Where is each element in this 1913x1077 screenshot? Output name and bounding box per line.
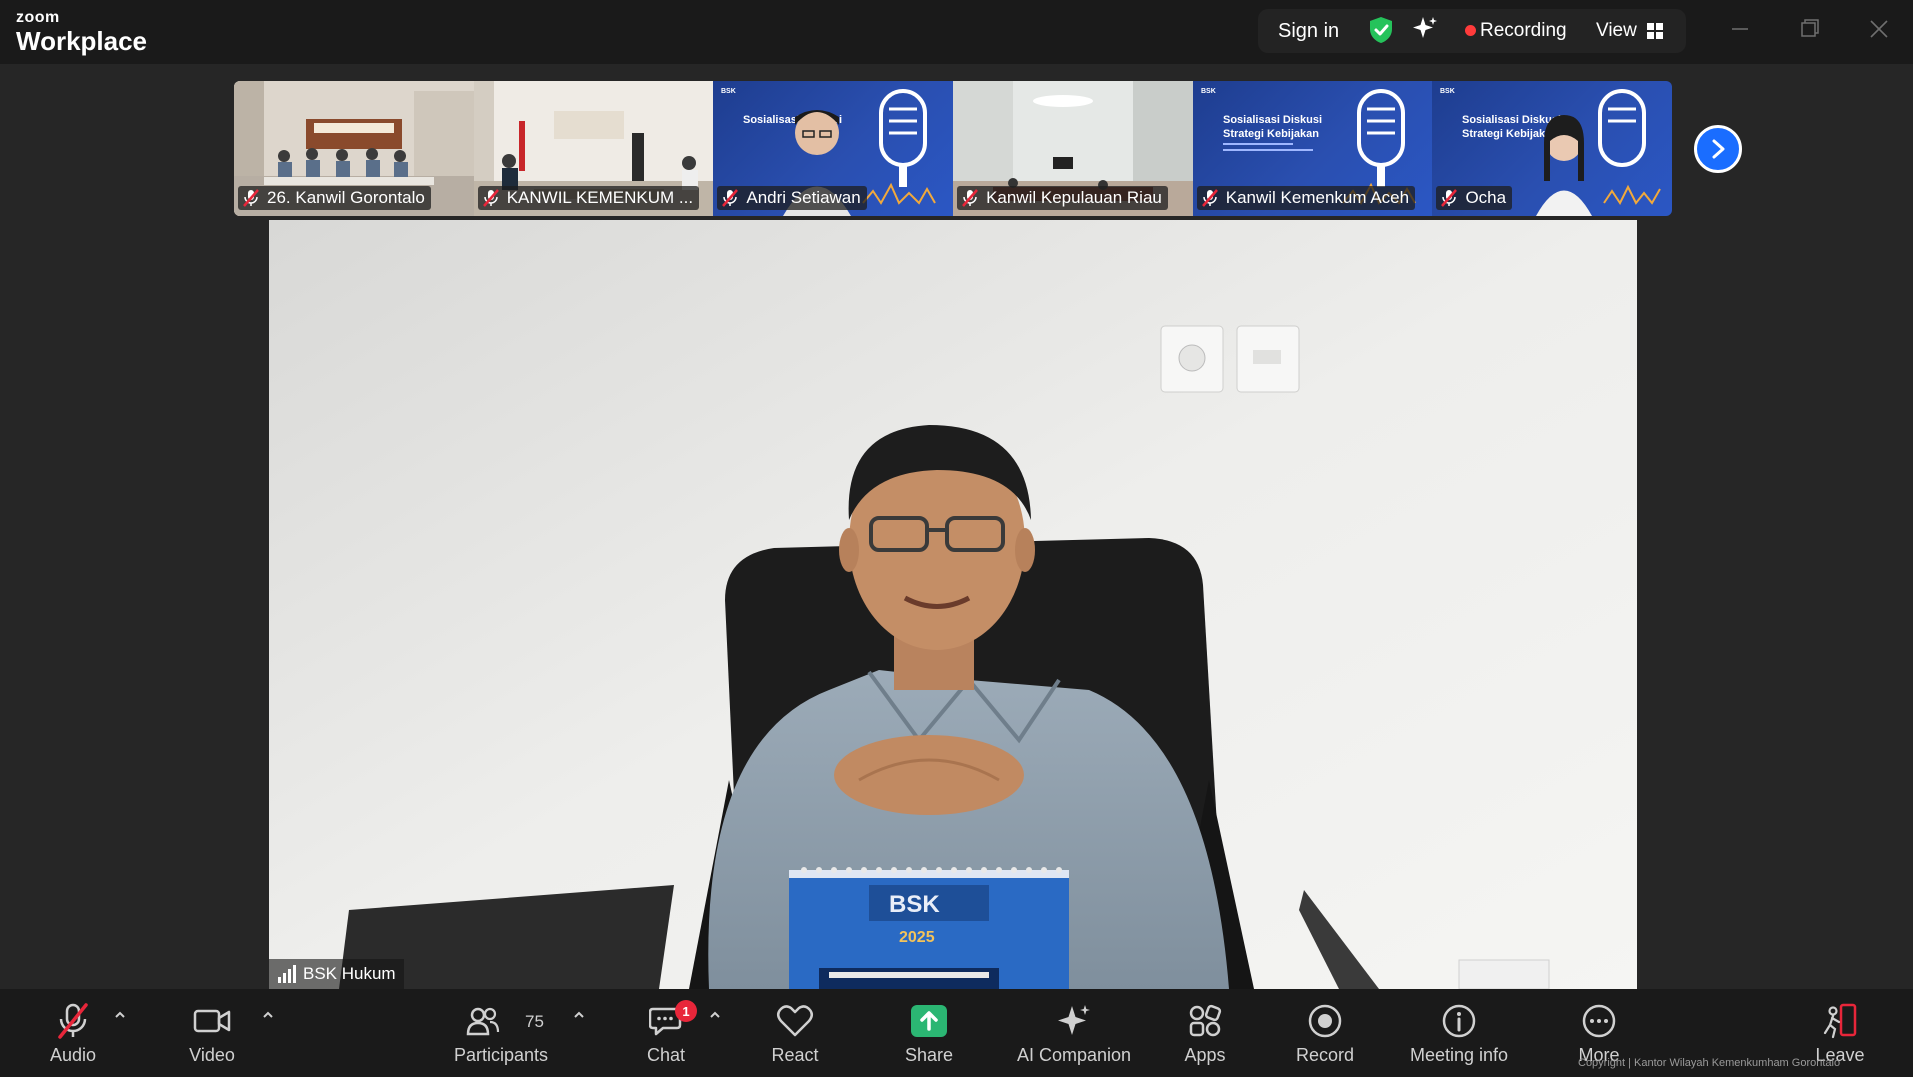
apps-icon <box>1189 1004 1222 1037</box>
info-icon <box>1442 1004 1476 1038</box>
participants-options-caret-icon[interactable] <box>571 1007 587 1023</box>
speaker-name: BSK Hukum <box>303 964 396 983</box>
ai-sparkle-icon[interactable] <box>1411 15 1439 48</box>
participant-name-tag: Andri Setiawan <box>717 186 867 210</box>
muted-mic-icon <box>1441 189 1458 207</box>
ai-companion-button[interactable]: AI Companion <box>1012 989 1136 1077</box>
video-camera-icon <box>193 1009 231 1033</box>
ai-companion-sparkle-icon <box>1058 1005 1090 1035</box>
share-label: Share <box>904 1045 954 1065</box>
video-options-caret-icon[interactable] <box>260 1007 276 1023</box>
slide-title-line2: Strategi Kebijakan <box>1462 128 1558 140</box>
next-page-button[interactable] <box>1694 125 1742 173</box>
participant-name: Kanwil Kemenkum Aceh <box>1225 188 1410 207</box>
active-speaker-video[interactable]: BSK 2025 BSK Hukum <box>269 220 1637 989</box>
record-button[interactable]: Record <box>1293 989 1357 1077</box>
speaker-name-tag: BSK Hukum <box>269 959 404 989</box>
muted-mic-icon <box>243 189 259 207</box>
participant-name: KANWIL KEMENKUM ... <box>506 188 694 207</box>
record-icon <box>1308 1004 1342 1038</box>
chat-unread-badge: 1 <box>675 1000 697 1022</box>
participants-button[interactable]: Participants <box>448 989 554 1077</box>
participant-tile[interactable]: BSK Sosialisasi Diskusi Strategi Kebijak… <box>1432 81 1672 216</box>
participant-name: 26. Kanwil Gorontalo <box>267 188 425 207</box>
connection-signal-icon <box>278 965 296 983</box>
copyright-watermark: Copyright | Kantor Wilayah Kemenkumham G… <box>1578 1057 1841 1069</box>
video-button[interactable]: Video <box>180 989 244 1077</box>
audio-label: Audio <box>49 1045 97 1065</box>
calendar-logo: BSK <box>889 891 940 918</box>
heart-icon <box>777 1005 813 1037</box>
meeting-info-button[interactable]: Meeting info <box>1402 989 1516 1077</box>
chat-label: Chat <box>646 1045 686 1065</box>
share-button[interactable]: Share <box>902 989 956 1077</box>
slide-title-line1: Sosialisasi Diskusi <box>1462 114 1561 126</box>
participant-name-tag: KANWIL KEMENKUM ... <box>477 186 700 210</box>
minimize-icon[interactable] <box>1722 14 1758 50</box>
participant-name: Ocha <box>1465 188 1507 207</box>
chat-options-caret-icon[interactable] <box>707 1007 723 1023</box>
top-controls: Sign in Recording View <box>1258 9 1686 53</box>
apps-button[interactable]: Apps <box>1180 989 1230 1077</box>
recording-dot-icon <box>1465 25 1476 36</box>
ai-companion-label: AI Companion <box>1016 1045 1132 1065</box>
video-label: Video <box>189 1045 235 1065</box>
participant-tile[interactable]: KANWIL KEMENKUM ... <box>473 81 714 216</box>
close-icon[interactable] <box>1861 14 1897 50</box>
participant-tile[interactable]: BSK Sosialisasi Diskusi Strategi Kebijak… <box>1192 81 1433 216</box>
slide-logo: BSK <box>1201 88 1216 95</box>
react-button[interactable]: React <box>766 989 824 1077</box>
participants-label: Participants <box>453 1045 549 1065</box>
muted-mic-icon <box>482 189 499 207</box>
leave-icon <box>1823 1003 1857 1039</box>
react-label: React <box>771 1045 819 1065</box>
encryption-shield-icon[interactable] <box>1368 16 1394 49</box>
participants-count: 75 <box>525 1012 544 1031</box>
recording-label[interactable]: Recording <box>1480 20 1567 42</box>
title-bar: zoom Workplace Sign in Recording View <box>0 0 1913 64</box>
apps-label: Apps <box>1184 1045 1226 1065</box>
participant-name-tag: Kanwil Kepulauan Riau <box>957 186 1168 210</box>
chevron-right-icon <box>1712 139 1725 159</box>
participant-tile[interactable]: BSK Sosialisasi Diskusi Andri Setiawan <box>713 81 954 216</box>
muted-mic-icon <box>962 189 979 207</box>
view-grid-icon[interactable] <box>1646 22 1664 45</box>
zoom-workplace-logo: zoom Workplace <box>16 9 148 56</box>
brand-big: Workplace <box>16 26 148 56</box>
brand-small: zoom <box>16 9 60 26</box>
participant-thumbnail-strip: 26. Kanwil Gorontalo KANWIL KEMENKUM ... <box>234 81 1672 216</box>
slide-title-line1: Sosialisasi Diskusi <box>1223 114 1322 126</box>
view-button[interactable]: View <box>1596 20 1637 42</box>
slide-logo: BSK <box>721 88 736 95</box>
audio-options-caret-icon[interactable] <box>112 1007 128 1023</box>
muted-mic-icon <box>722 189 739 207</box>
participant-name-tag: 26. Kanwil Gorontalo <box>238 186 431 210</box>
slide-title-line2: Strategi Kebijakan <box>1223 128 1319 140</box>
participant-tile[interactable]: Kanwil Kepulauan Riau <box>953 81 1193 216</box>
participant-name-tag: Ocha <box>1436 186 1513 210</box>
participant-name-tag: Kanwil Kemenkum Aceh <box>1196 186 1416 210</box>
participant-tile[interactable]: 26. Kanwil Gorontalo <box>234 81 474 216</box>
record-label: Record <box>1295 1045 1355 1065</box>
share-screen-icon <box>911 1005 947 1037</box>
participant-name: Kanwil Kepulauan Riau <box>986 188 1162 207</box>
speaker-video-feed: BSK 2025 <box>269 220 1637 989</box>
audio-button[interactable]: Audio <box>38 989 108 1077</box>
muted-microphone-icon <box>58 1003 88 1039</box>
meeting-info-label: Meeting info <box>1409 1045 1509 1065</box>
sign-in-button[interactable]: Sign in <box>1278 20 1339 43</box>
slide-logo: BSK <box>1440 88 1455 95</box>
restore-icon[interactable] <box>1791 14 1827 50</box>
participants-icon <box>466 1007 500 1036</box>
more-ellipsis-icon <box>1582 1004 1616 1038</box>
participant-name: Andri Setiawan <box>746 188 861 207</box>
muted-mic-icon <box>1201 189 1218 207</box>
calendar-year: 2025 <box>899 929 935 946</box>
